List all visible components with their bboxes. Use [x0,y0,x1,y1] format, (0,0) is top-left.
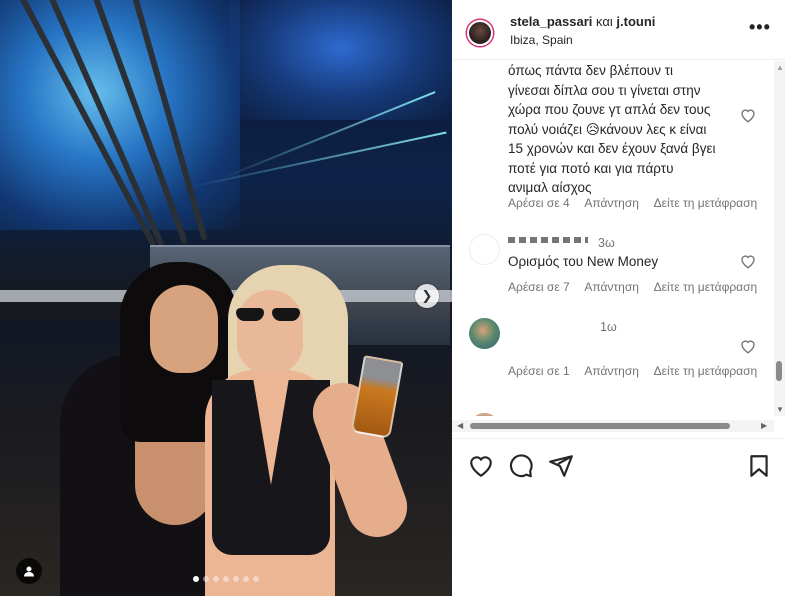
carousel-dot[interactable] [243,576,249,582]
comment-icon[interactable] [508,453,534,479]
comment-like-heart-icon[interactable] [739,106,757,124]
post-header: stela_passari και j.touni Ibiza, Spain •… [452,0,785,60]
heart-icon[interactable] [468,453,494,479]
translate-link[interactable]: Δείτε τη μετάφραση [654,196,758,210]
comment-meta: Αρέσει σε 1 Απάντηση Δείτε τη μετάφραση [508,364,769,378]
comment-line: χώρα που ζουνε γτ απλά δεν τους [508,102,711,117]
led-screen [0,0,240,230]
comment-likes[interactable]: Αρέσει σε 4 [508,196,570,210]
scroll-down-arrow-icon[interactable]: ▼ [776,405,784,414]
drink-glass [350,355,404,439]
scroll-right-arrow-icon[interactable]: ▶ [761,421,767,430]
author-conjunction: και [596,14,613,29]
reply-button[interactable]: Απάντηση [584,280,639,294]
reply-button[interactable]: Απάντηση [584,196,639,210]
post-photo[interactable]: ❯ [0,0,452,596]
carousel-dot[interactable] [223,576,229,582]
comment-like-heart-icon[interactable] [739,337,757,355]
reply-button[interactable]: Απάντηση [584,364,639,378]
comment-line: ποτέ για ποτό και για πάρτυ [508,160,674,176]
comments-scrollbar-vertical[interactable]: ▲ ▼ [774,61,785,416]
person-left-face [150,285,218,373]
carousel-dots [193,576,259,582]
send-icon[interactable] [548,453,574,479]
comments-scrollbar-horizontal[interactable]: ◀ ▶ [452,420,774,432]
comment-text: Ορισμός του New Money [508,254,659,269]
commenter-avatar[interactable] [469,413,500,416]
translate-link[interactable]: Δείτε τη μετάφραση [654,364,758,378]
carousel-dot[interactable] [253,576,259,582]
coauthor-username[interactable]: j.touni [616,14,655,29]
carousel-dot[interactable] [193,576,199,582]
carousel-dot[interactable] [203,576,209,582]
comment-likes[interactable]: Αρέσει σε 1 [508,364,570,378]
comment-line: πολύ νοιάζει 😥κάνουν λες κ είναι [508,121,707,137]
sunglasses [228,308,308,322]
post-actions-bar [452,438,785,488]
scrollbar-thumb[interactable] [776,361,782,381]
comment-line: ανιμαλ αίσχος [508,180,592,195]
comment-like-heart-icon[interactable] [739,252,757,270]
scroll-left-arrow-icon[interactable]: ◀ [457,421,463,430]
scrollbar-thumb[interactable] [470,423,730,429]
comment-meta: Αρέσει σε 4 Απάντηση Δείτε τη μετάφραση [508,196,769,210]
post-sidebar: stela_passari και j.touni Ibiza, Spain •… [452,0,785,596]
comment-meta: Αρέσει σε 7 Απάντηση Δείτε τη μετάφραση [508,280,769,294]
comment-likes[interactable]: Αρέσει σε 7 [508,280,570,294]
comment-text: όπως πάντα δεν βλέπουν τι γίνεσαι δίπλα … [508,61,715,198]
comment-line: γίνεσαι δίπλα σου τι γίνεται στην [508,82,701,98]
avatar[interactable] [467,20,493,46]
scroll-up-arrow-icon[interactable]: ▲ [776,63,784,72]
comments-list: όπως πάντα δεν βλέπουν τι γίνεσαι δίπλα … [452,61,774,416]
author-username[interactable]: stela_passari [510,14,592,29]
comment-line: όπως πάντα δεν βλέπουν τι [508,63,674,78]
user-tag-icon[interactable] [16,558,42,584]
carousel-dot[interactable] [213,576,219,582]
carousel-dot[interactable] [233,576,239,582]
person-right-face [237,290,303,374]
comment-line: 15 χρονών και δεν έχουν ξανά βγει [508,141,716,156]
commenter-username[interactable] [508,237,588,243]
comment-time: 3ω [598,236,615,250]
bookmark-icon[interactable] [746,453,772,479]
led-screen-right [230,0,452,120]
chevron-right-icon[interactable]: ❯ [415,284,439,308]
translate-link[interactable]: Δείτε τη μετάφραση [654,280,758,294]
more-options-icon[interactable]: ••• [749,17,771,38]
commenter-avatar[interactable] [469,318,500,349]
post-location[interactable]: Ibiza, Spain [510,33,573,47]
comment-time: 1ω [600,320,617,334]
commenter-avatar[interactable] [469,234,500,265]
post-authors: stela_passari και j.touni [510,14,655,29]
